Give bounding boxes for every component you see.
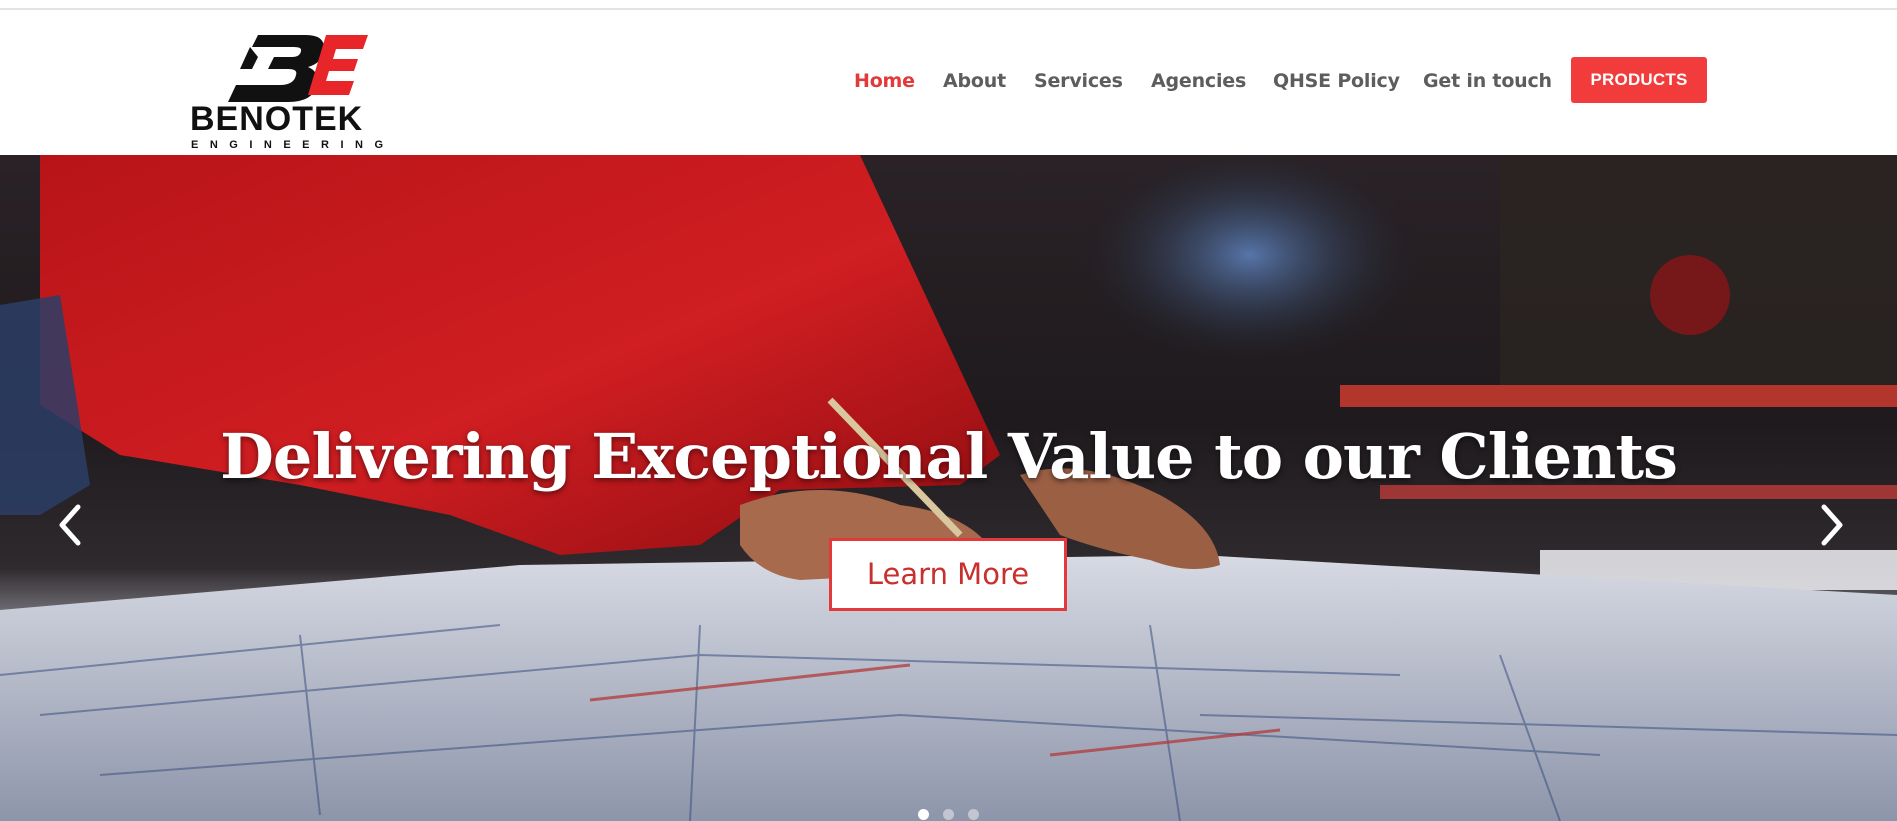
products-button[interactable]: PRODUCTS [1571,57,1707,103]
slide-dot-2[interactable] [943,809,954,820]
hero-slider: Delivering Exceptional Value to our Clie… [0,155,1897,821]
chevron-left-icon [59,504,81,546]
slide-dot-1[interactable] [918,809,929,820]
hero-title: Delivering Exceptional Value to our Clie… [220,420,1678,493]
nav-item-qhse-policy[interactable]: QHSE Policy [1273,56,1400,106]
slider-pagination [914,809,984,821]
logo-tagline: ENGINEERING [191,139,395,151]
chevron-right-icon [1821,504,1843,546]
slider-prev-button[interactable] [50,495,90,555]
nav-item-home[interactable]: Home [854,56,915,106]
learn-more-button[interactable]: Learn More [829,538,1067,611]
main-navigation: Home About Services Agencies QHSE Policy… [0,56,1897,106]
site-header: BENOTEK ENGINEERING Home About Services … [0,10,1897,155]
slide-dot-3[interactable] [968,809,979,820]
nav-item-agencies[interactable]: Agencies [1151,56,1246,106]
slider-next-button[interactable] [1812,495,1852,555]
nav-item-services[interactable]: Services [1034,56,1123,106]
nav-item-about[interactable]: About [943,56,1006,106]
nav-item-get-in-touch[interactable]: Get in touch [1423,56,1552,106]
